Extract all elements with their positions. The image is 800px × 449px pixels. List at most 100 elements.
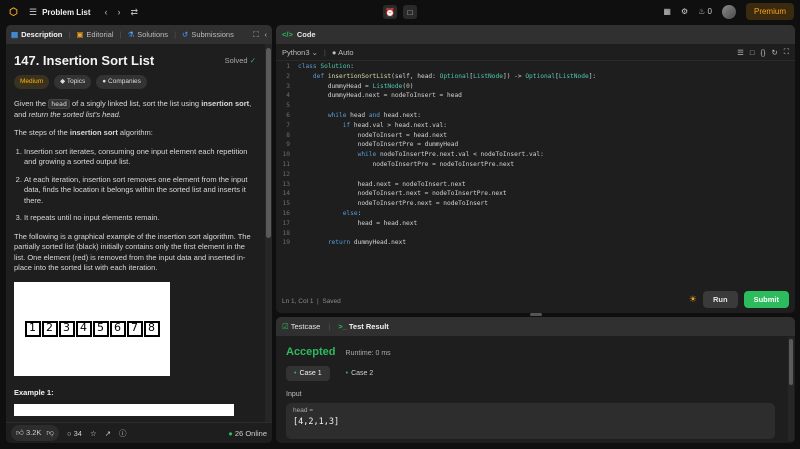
tab-solutions-label: Solutions xyxy=(137,30,169,39)
code-line[interactable]: 16 else: xyxy=(276,209,795,219)
comments-button[interactable]: ○ 34 xyxy=(67,429,82,438)
reset-icon[interactable]: ↻ xyxy=(771,48,777,57)
line-number: 18 xyxy=(282,229,290,237)
code-line[interactable]: 12 xyxy=(276,170,795,180)
problem-list-icon[interactable]: ☰ xyxy=(29,7,37,18)
lightbulb-icon[interactable]: ☀ xyxy=(689,294,697,305)
line-number: 14 xyxy=(282,190,290,198)
braces-icon[interactable]: {} xyxy=(760,48,765,57)
auto-label: Auto xyxy=(338,47,354,57)
bookmark-icon[interactable]: □ xyxy=(750,48,755,57)
language-label: Python3 xyxy=(282,47,310,57)
code-line[interactable]: 2 def insertionSortList(self, head: Opti… xyxy=(276,72,795,82)
run-button[interactable]: Run xyxy=(702,291,738,308)
code-line[interactable]: 3 dummyHead = ListNode(0) xyxy=(276,82,795,92)
steps-intro-text: algorithm: xyxy=(119,128,153,137)
tab-test-result[interactable]: >_ Test Result xyxy=(338,322,389,331)
tab-submissions[interactable]: ↺ Submissions xyxy=(182,30,234,39)
line-number: 2 xyxy=(286,72,290,80)
difficulty-badge: Medium xyxy=(14,74,50,89)
companies-button[interactable]: ● Companies xyxy=(96,74,147,89)
list-cell: 6 xyxy=(109,320,126,337)
panel-resize-handle[interactable] xyxy=(530,313,542,316)
scrollbar-thumb[interactable] xyxy=(789,339,793,385)
code-line[interactable]: 13 head.next = nodeToInsert.next xyxy=(276,180,795,190)
checkbox-icon: ☑ xyxy=(282,322,289,331)
code-line[interactable]: 4 dummyHead.next = nodeToInsert = head xyxy=(276,91,795,101)
code-line[interactable]: 19 return dummyHead.next xyxy=(276,238,795,248)
code-line[interactable]: 10 while nodeToInsertPre.next.val < node… xyxy=(276,150,795,160)
timer-icon[interactable]: ⏰ xyxy=(383,5,397,19)
lock-icon: ● xyxy=(331,47,337,57)
code-line[interactable]: 6 while head and head.next: xyxy=(276,111,795,121)
share-icon[interactable]: ↗ xyxy=(105,429,111,438)
problem-title[interactable]: 147. Insertion Sort List xyxy=(14,54,154,66)
case-tab-1[interactable]: • Case 1 xyxy=(286,366,330,381)
line-number: 1 xyxy=(286,63,290,70)
topics-label: Topics xyxy=(66,77,86,85)
submit-button[interactable]: Submit xyxy=(743,291,789,308)
tab-divider: | xyxy=(328,322,331,331)
code-editor[interactable]: 1 class Solution: 2 def insertionSortList(… xyxy=(276,62,795,282)
like-button[interactable]: 👍︎ 3.2K xyxy=(16,428,41,438)
code-line[interactable]: 14 nodeToInsert.next = nodeToInsertPre.n… xyxy=(276,189,795,199)
star-icon[interactable]: ☆ xyxy=(90,429,97,438)
line-number: 17 xyxy=(282,219,290,227)
inline-code-head: head xyxy=(48,99,70,109)
collapse-chevron-icon[interactable]: ‹ xyxy=(265,30,268,39)
code-line[interactable]: 9 nodeToInsertPre = dummyHead xyxy=(276,140,795,150)
tab-divider: | xyxy=(119,30,122,39)
online-dot-icon: ● xyxy=(228,428,233,438)
leetcode-logo-icon[interactable]: ⬡ xyxy=(8,7,19,18)
test-scrollbar[interactable] xyxy=(788,337,794,441)
case-tab-2[interactable]: • Case 2 xyxy=(338,366,382,381)
intro-text: of a singly linked list, sort the list u… xyxy=(71,99,200,108)
language-select[interactable]: Python3 ⌄ xyxy=(282,48,318,57)
code-line[interactable]: 18 xyxy=(276,229,795,239)
chevron-down-icon: ⌄ xyxy=(311,47,318,57)
help-icon[interactable]: ⓘ xyxy=(119,428,127,439)
comment-count: 34 xyxy=(73,428,82,438)
tab-description[interactable]: ▤ Description xyxy=(11,30,62,39)
format-icon[interactable]: ☰ xyxy=(737,48,744,57)
topics-button[interactable]: ◆ Topics xyxy=(54,74,92,89)
intro-bold: insertion sort xyxy=(201,99,250,108)
tab-testcase[interactable]: ☑ Testcase xyxy=(282,322,320,331)
code-line[interactable]: 15 nodeToInsertPre.next = nodeToInsert xyxy=(276,199,795,209)
code-line[interactable]: 1 class Solution: xyxy=(276,62,795,72)
tab-solutions[interactable]: ⚗ Solutions xyxy=(127,30,168,39)
description-scrollbar[interactable] xyxy=(265,44,272,422)
tab-description-label: Description xyxy=(21,30,63,39)
dislike-button[interactable]: 👎︎ xyxy=(46,428,54,438)
code-text: nodeToInsert = head.next xyxy=(298,131,448,139)
shuffle-icon[interactable]: ⇄ xyxy=(131,7,139,18)
steps-intro-bold: insertion sort xyxy=(69,128,118,137)
tab-test-result-label: Test Result xyxy=(348,322,389,331)
expand-icon[interactable]: ⛶ xyxy=(253,30,258,40)
code-text: if head.val > head.next.val: xyxy=(342,121,448,129)
toolbar-divider: | xyxy=(323,47,326,57)
code-line[interactable]: 17 head = head.next xyxy=(276,219,795,229)
tab-editorial[interactable]: ▣ Editorial xyxy=(76,30,113,39)
fullscreen-icon[interactable]: ⛶ xyxy=(784,47,789,57)
code-line[interactable]: 8 nodeToInsert = head.next xyxy=(276,131,795,141)
settings-gear-icon[interactable]: ⚙ xyxy=(681,7,688,16)
layout-grid-icon[interactable]: ▦ xyxy=(663,7,671,16)
prev-problem-icon[interactable]: ‹ xyxy=(105,7,108,17)
code-line[interactable]: 11 nodeToInsertPre = nodeToInsertPre.nex… xyxy=(276,160,795,170)
auto-mode-toggle[interactable]: ● Auto xyxy=(332,48,354,57)
line-number: 10 xyxy=(282,151,290,159)
problem-list-link[interactable]: Problem List xyxy=(42,8,90,17)
premium-button[interactable]: Premium xyxy=(745,3,794,20)
streak-count: 0 xyxy=(707,7,712,16)
notes-icon[interactable]: □ xyxy=(403,5,417,19)
scrollbar-thumb[interactable] xyxy=(266,48,271,238)
code-line[interactable]: 5 xyxy=(276,101,795,111)
input-value[interactable]: [4,2,1,3] xyxy=(293,417,768,427)
streak-counter[interactable]: ♨ 0 xyxy=(698,7,712,16)
user-avatar[interactable] xyxy=(721,4,736,19)
next-problem-icon[interactable]: › xyxy=(118,7,121,17)
history-icon: ↺ xyxy=(182,30,189,39)
code-line[interactable]: 7 if head.val > head.next.val: xyxy=(276,121,795,131)
intro-italic: return the sorted list's head. xyxy=(28,109,121,119)
